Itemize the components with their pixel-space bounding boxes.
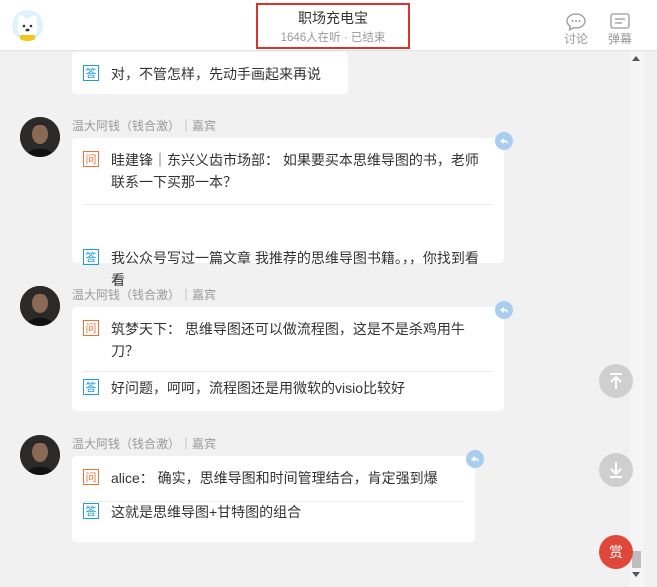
arrow-up-icon xyxy=(610,373,622,389)
reply-icon[interactable] xyxy=(495,301,513,319)
scrollbar-thumb[interactable] xyxy=(632,551,641,568)
scrollbar[interactable] xyxy=(630,52,643,587)
answer-tag: 答 xyxy=(83,379,99,395)
danmaku-button[interactable]: 弹幕 xyxy=(604,13,636,46)
answer-row: 答 好问题，呵呵，流程图还是用微软的visio比较好 xyxy=(72,377,491,399)
reward-button[interactable]: 赏 xyxy=(599,535,633,569)
listener-status: 1646人在听 · 已结束 xyxy=(280,32,386,44)
answer-text: 对，不管怎样，先动手画起来再说 xyxy=(111,66,321,82)
scroll-up-arrow-icon[interactable] xyxy=(632,56,640,61)
scroll-to-bottom-button[interactable] xyxy=(599,453,633,487)
speaker-name: 温大阿钱（钱合激）｜嘉宾 xyxy=(72,119,217,133)
speaker-name: 温大阿钱（钱合激）｜嘉宾 xyxy=(72,437,217,451)
message-card: 问 alice： 确实，思维导图和时间管理结合，肯定强到爆 答 这就是思维导图+… xyxy=(72,456,475,542)
question-text: 筑梦天下： 思维导图还可以做流程图，这是不是杀鸡用牛刀？ xyxy=(111,321,465,359)
answer-row: 答 对，不管怎样，先动手画起来再说 xyxy=(72,63,348,85)
divider xyxy=(83,204,493,205)
arrow-down-icon xyxy=(610,462,622,478)
question-tag: 问 xyxy=(83,320,99,336)
answer-text: 我公众号写过一篇文章 我推荐的思维导图书籍。，，你找到看看 xyxy=(111,250,479,288)
danmaku-label: 弹幕 xyxy=(607,32,632,46)
page-title: 职场充电宝 xyxy=(298,10,368,26)
answer-tag: 答 xyxy=(83,249,99,265)
speaker-name: 温大阿钱（钱合激）｜嘉宾 xyxy=(72,288,217,302)
message-card: 问 筑梦天下： 思维导图还可以做流程图，这是不是杀鸡用牛刀？ 答 好问题，呵呵，… xyxy=(72,307,504,411)
chat-bubble-icon xyxy=(566,13,586,31)
question-tag: 问 xyxy=(83,469,99,485)
divider xyxy=(83,371,493,372)
answer-tag: 答 xyxy=(83,503,99,519)
discuss-label: 讨论 xyxy=(563,32,588,46)
avatar[interactable] xyxy=(20,286,60,326)
message-card: 问 眭建锋｜东兴义齿市场部： 如果要买本思维导图的书，老师联系一下买那一本？ 答… xyxy=(72,138,504,288)
answer-tag: 答 xyxy=(83,65,99,81)
reply-icon[interactable] xyxy=(466,450,484,468)
question-row: 问 alice： 确实，思维导图和时间管理结合，肯定强到爆 xyxy=(72,467,471,489)
question-tag: 问 xyxy=(83,151,99,167)
message-card: 答 对，不管怎样，先动手画起来再说 xyxy=(72,52,348,94)
avatar[interactable] xyxy=(20,117,60,157)
app-logo[interactable] xyxy=(12,10,43,41)
scroll-to-top-button[interactable] xyxy=(599,364,633,398)
danmaku-icon xyxy=(610,13,630,29)
answer-text: 这就是思维导图+甘特图的组合 xyxy=(111,504,302,520)
avatar[interactable] xyxy=(20,435,60,475)
discuss-button[interactable]: 讨论 xyxy=(560,13,592,46)
answer-row: 答 我公众号写过一篇文章 我推荐的思维导图书籍。，，你找到看看 xyxy=(72,247,491,291)
question-row: 问 筑梦天下： 思维导图还可以做流程图，这是不是杀鸡用牛刀？ xyxy=(72,318,491,362)
question-text: 眭建锋｜东兴义齿市场部： 如果要买本思维导图的书，老师联系一下买那一本？ xyxy=(111,152,479,190)
top-bar: 职场充电宝 1646人在听 · 已结束 讨论 弹幕 xyxy=(0,0,657,51)
live-title-box: 职场充电宝 1646人在听 · 已结束 xyxy=(256,3,410,49)
question-text: alice： 确实，思维导图和时间管理结合，肯定强到爆 xyxy=(111,470,438,486)
question-row: 问 眭建锋｜东兴义齿市场部： 如果要买本思维导图的书，老师联系一下买那一本？ xyxy=(72,149,491,193)
message-feed[interactable]: 答 对，不管怎样，先动手画起来再说 温大阿钱（钱合激）｜嘉宾 问 眭建锋｜东兴义… xyxy=(0,52,643,587)
reply-icon[interactable] xyxy=(495,132,513,150)
scroll-down-arrow-icon[interactable] xyxy=(632,572,640,577)
answer-row: 答 这就是思维导图+甘特图的组合 xyxy=(72,501,471,523)
answer-text: 好问题，呵呵，流程图还是用微软的visio比较好 xyxy=(111,380,406,396)
